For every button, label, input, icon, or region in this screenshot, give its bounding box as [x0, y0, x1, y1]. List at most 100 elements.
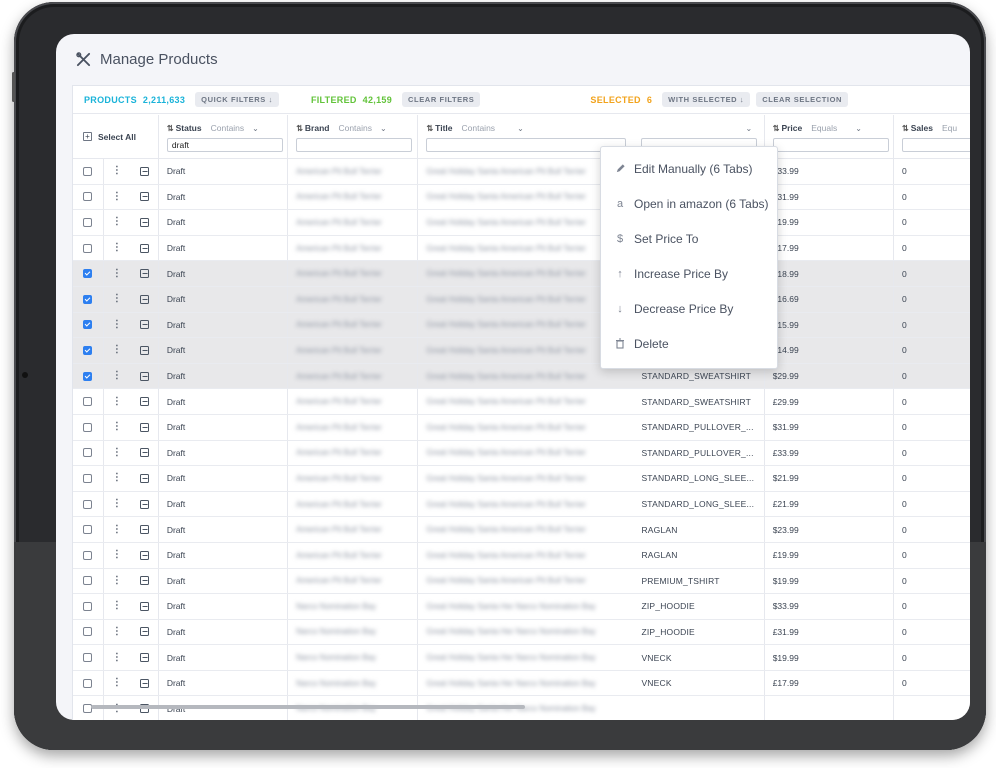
table-row[interactable]: ⋮ Draft American Pit Bull Terrier Great Hol…	[73, 414, 970, 441]
row-image-cell[interactable]	[130, 184, 159, 210]
row-image-cell[interactable]	[130, 670, 159, 696]
row-checkbox[interactable]	[83, 371, 93, 381]
row-image-cell[interactable]	[130, 286, 159, 312]
sales-column-header[interactable]: ⇅ Sales Equ	[894, 115, 970, 158]
row-checkbox-cell[interactable]	[73, 159, 104, 184]
row-checkbox[interactable]	[83, 448, 93, 458]
table-row[interactable]: ⋮ Draft American Pit Bull Terrier Great Hol…	[73, 286, 970, 313]
kebab-menu-icon[interactable]: ⋮	[112, 294, 122, 304]
row-image-cell[interactable]	[130, 312, 159, 338]
table-row[interactable]: ⋮ Draft American Pit Bull Terrier Great Hol…	[73, 235, 970, 262]
kebab-menu-icon[interactable]: ⋮	[112, 243, 122, 253]
image-icon[interactable]	[139, 320, 149, 330]
table-row[interactable]: ⋮ Draft Narco Nomination Bay Great Holiday …	[73, 670, 970, 697]
kebab-menu-icon[interactable]: ⋮	[112, 371, 122, 381]
row-actions-cell[interactable]: ⋮	[104, 620, 131, 645]
image-icon[interactable]	[139, 627, 149, 637]
table-row[interactable]: ⋮ Draft American Pit Bull Terrier Great Hol…	[73, 312, 970, 339]
clear-filters-button[interactable]: CLEAR FILTERS	[402, 92, 481, 107]
row-checkbox-cell[interactable]	[73, 491, 104, 517]
row-image-cell[interactable]	[130, 466, 159, 491]
row-checkbox-cell[interactable]	[73, 414, 104, 440]
row-actions-cell[interactable]: ⋮	[104, 287, 131, 312]
row-image-cell[interactable]	[130, 619, 159, 645]
table-row[interactable]: ⋮ Draft American Pit Bull Terrier Great Hol…	[73, 338, 970, 364]
row-checkbox-cell[interactable]	[73, 210, 104, 235]
row-image-cell[interactable]	[130, 261, 159, 286]
image-icon[interactable]	[139, 525, 149, 535]
sort-icon[interactable]: ⇅	[902, 124, 909, 133]
menu-item-open-amazon[interactable]: a Open in amazon (6 Tabs)	[601, 186, 777, 221]
brand-filter-op[interactable]: Contains	[338, 123, 372, 133]
row-image-cell[interactable]	[130, 440, 159, 466]
menu-item-delete[interactable]: Delete	[601, 326, 777, 361]
menu-item-increase-price[interactable]: ↑ Increase Price By	[601, 256, 777, 291]
row-checkbox[interactable]	[83, 345, 93, 355]
kebab-menu-icon[interactable]: ⋮	[112, 473, 122, 483]
row-image-cell[interactable]	[130, 414, 159, 440]
image-icon[interactable]	[139, 448, 149, 458]
with-selected-button[interactable]: WITH SELECTED ↓	[662, 92, 751, 107]
title-filter-input[interactable]	[426, 138, 627, 152]
row-actions-cell[interactable]: ⋮	[104, 594, 131, 619]
row-checkbox[interactable]	[83, 653, 93, 663]
row-actions-cell[interactable]: ⋮	[104, 645, 131, 670]
kebab-menu-icon[interactable]: ⋮	[112, 626, 122, 637]
row-checkbox[interactable]	[83, 473, 93, 483]
row-checkbox[interactable]	[83, 678, 93, 688]
row-image-cell[interactable]	[130, 338, 159, 363]
kebab-menu-icon[interactable]: ⋮	[112, 422, 122, 432]
image-icon[interactable]	[139, 422, 149, 432]
row-checkbox[interactable]	[83, 166, 93, 176]
row-checkbox-cell[interactable]	[73, 645, 104, 670]
kebab-menu-icon[interactable]: ⋮	[112, 550, 122, 560]
row-checkbox-cell[interactable]	[73, 338, 104, 363]
row-checkbox-cell[interactable]	[73, 312, 104, 338]
table-row[interactable]: ⋮ Draft American Pit Bull Terrier Great Hol…	[73, 517, 970, 543]
row-checkbox-cell[interactable]	[73, 261, 104, 286]
brand-column-header[interactable]: ⇅ Brand Contains ⌄	[288, 115, 419, 158]
chevron-down-icon[interactable]: ⌄	[380, 124, 387, 133]
row-actions-cell[interactable]: ⋮	[104, 466, 131, 491]
select-all-button[interactable]: + Select All	[73, 115, 159, 158]
sales-filter-op[interactable]: Equ	[942, 123, 957, 133]
row-image-cell[interactable]	[130, 594, 159, 619]
price-filter-input[interactable]	[772, 138, 889, 152]
image-icon[interactable]	[139, 192, 149, 202]
row-checkbox-cell[interactable]	[73, 184, 104, 210]
row-checkbox[interactable]	[83, 499, 93, 509]
row-actions-cell[interactable]: ⋮	[104, 338, 131, 363]
row-image-cell[interactable]	[130, 363, 159, 389]
row-image-cell[interactable]	[130, 542, 159, 568]
brand-filter-input[interactable]	[296, 138, 413, 152]
row-checkbox[interactable]	[83, 269, 93, 279]
row-actions-cell[interactable]: ⋮	[104, 313, 131, 338]
image-icon[interactable]	[139, 371, 149, 381]
image-icon[interactable]	[139, 499, 149, 509]
status-column-header[interactable]: ⇅ Status Contains ⌄ draft	[159, 115, 289, 158]
table-row[interactable]: ⋮ Draft American Pit Bull Terrier Great Hol…	[73, 491, 970, 518]
table-row[interactable]: ⋮ Draft American Pit Bull Terrier Great Hol…	[73, 440, 970, 467]
image-icon[interactable]	[139, 678, 149, 688]
row-actions-cell[interactable]: ⋮	[104, 569, 131, 594]
table-row[interactable]: ⋮ Draft Narco Nomination Bay Great Holiday …	[73, 594, 970, 620]
table-row[interactable]: ⋮ Draft American Pit Bull Terrier Great Hol…	[73, 261, 970, 287]
kebab-menu-icon[interactable]: ⋮	[112, 652, 122, 663]
row-image-cell[interactable]	[130, 491, 159, 517]
image-icon[interactable]	[139, 473, 149, 483]
row-actions-cell[interactable]: ⋮	[104, 441, 131, 466]
row-checkbox[interactable]	[83, 192, 93, 202]
row-image-cell[interactable]	[130, 517, 159, 542]
row-image-cell[interactable]	[130, 645, 159, 670]
row-actions-cell[interactable]: ⋮	[104, 236, 131, 261]
row-actions-cell[interactable]: ⋮	[104, 185, 131, 210]
row-checkbox-cell[interactable]	[73, 235, 104, 261]
kebab-menu-icon[interactable]: ⋮	[112, 678, 122, 688]
row-actions-cell[interactable]: ⋮	[104, 671, 131, 696]
table-row[interactable]: ⋮ Draft American Pit Bull Terrier Great Hol…	[73, 363, 970, 390]
row-checkbox-cell[interactable]	[73, 363, 104, 389]
row-image-cell[interactable]	[130, 389, 159, 414]
status-filter-input[interactable]: draft	[166, 138, 283, 152]
row-checkbox[interactable]	[83, 397, 93, 407]
image-icon[interactable]	[139, 166, 149, 176]
